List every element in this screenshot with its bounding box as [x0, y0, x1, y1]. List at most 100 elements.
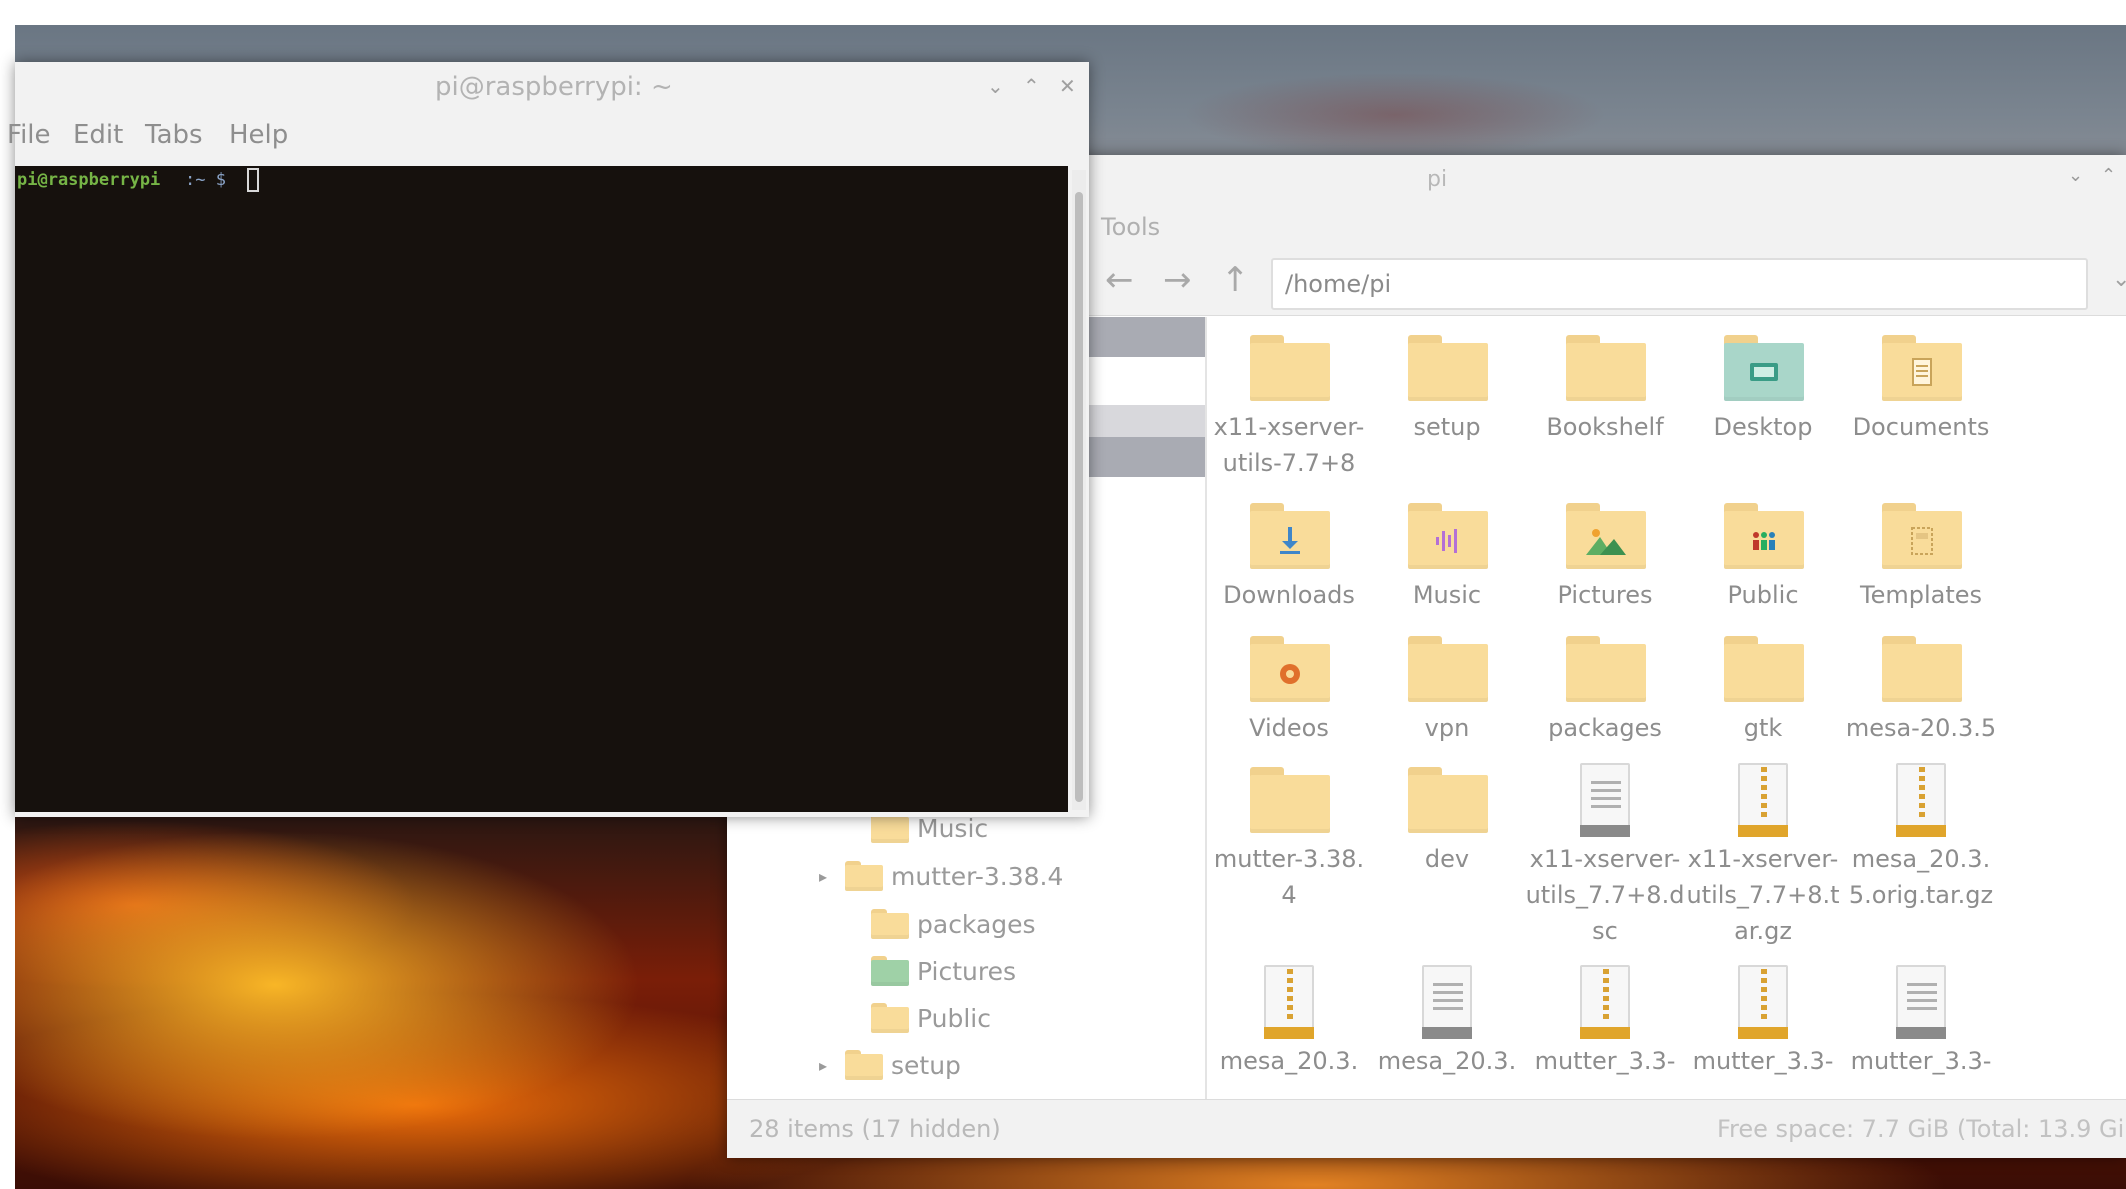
- file-manager-title: pi: [1427, 167, 1448, 192]
- file-item-name: mutter-3.38.4: [1213, 845, 1365, 909]
- terminal-prompt-user: pi@raspberrypi: [17, 170, 161, 190]
- back-arrow-icon[interactable]: ←: [1105, 260, 1134, 300]
- file-item-name: Desktop: [1713, 413, 1813, 441]
- tree-item-packages[interactable]: packages: [845, 904, 1036, 944]
- folder-icon: [1720, 632, 1806, 706]
- file-item-name: vpn: [1424, 714, 1470, 742]
- folder-icon: [1562, 331, 1648, 405]
- up-arrow-icon[interactable]: ↑: [1221, 260, 1250, 300]
- file-item-name: gtk: [1743, 714, 1783, 742]
- maximize-icon[interactable]: ⌃: [1023, 74, 1040, 98]
- file-item-name: Documents: [1852, 413, 1990, 441]
- folder-icon: [1404, 632, 1490, 706]
- tree-item-public[interactable]: Public: [845, 998, 991, 1038]
- file-item[interactable]: x11-xserver-utils_7.7+8.tar.gz: [1683, 763, 1843, 949]
- file-item[interactable]: Downloads: [1209, 499, 1369, 613]
- file-item[interactable]: x11-xserver-utils-7.7+8: [1209, 331, 1369, 481]
- expand-arrow-icon[interactable]: ▸: [819, 867, 845, 886]
- file-item-name: packages: [1548, 714, 1662, 742]
- folder-icon: [1246, 763, 1332, 837]
- terminal-prompt-dir: :~ $: [185, 170, 226, 190]
- file-item-name: Downloads: [1223, 581, 1355, 609]
- menu-tools[interactable]: Tools: [1101, 213, 1160, 241]
- terminal-scrollbar-thumb[interactable]: [1075, 192, 1083, 802]
- music-folder-icon: [1404, 499, 1490, 573]
- file-item[interactable]: mesa_20.3.: [1367, 965, 1527, 1079]
- file-item[interactable]: mesa_20.3.: [1209, 965, 1369, 1079]
- file-item[interactable]: dev: [1367, 763, 1527, 877]
- forward-arrow-icon[interactable]: →: [1163, 260, 1192, 300]
- file-item-name: x11-xserver-utils_7.7+8.dsc: [1525, 845, 1685, 945]
- file-item[interactable]: mutter_3.3-: [1525, 965, 1685, 1079]
- menu-file[interactable]: File: [7, 120, 51, 150]
- tree-item-label: setup: [891, 1050, 961, 1080]
- file-item[interactable]: Templates: [1841, 499, 2001, 613]
- file-item[interactable]: Public: [1683, 499, 1843, 613]
- file-item[interactable]: Pictures: [1525, 499, 1685, 613]
- file-item-name: Videos: [1249, 714, 1329, 742]
- archive-file-icon: [1562, 965, 1648, 1039]
- file-item[interactable]: Bookshelf: [1525, 331, 1685, 445]
- file-item-name: mutter_3.3-: [1534, 1047, 1676, 1075]
- templates-folder-icon: [1878, 499, 1964, 573]
- folder-icon: [1246, 331, 1332, 405]
- file-item-name: mesa_20.3.: [1219, 1047, 1359, 1075]
- file-item[interactable]: mesa-20.3.5: [1841, 632, 2001, 746]
- file-item-name: dev: [1424, 845, 1470, 873]
- text-file-icon: [1404, 965, 1490, 1039]
- public-folder-icon: [871, 1003, 909, 1033]
- file-item-name: mesa_20.3.: [1377, 1047, 1517, 1075]
- terminal-screen[interactable]: [15, 166, 1068, 812]
- tree-item-setup[interactable]: ▸ setup: [819, 1045, 961, 1085]
- menu-edit[interactable]: Edit: [73, 120, 123, 150]
- file-item[interactable]: Music: [1367, 499, 1527, 613]
- file-item[interactable]: mutter-3.38.4: [1209, 763, 1369, 913]
- file-item-name: Music: [1412, 581, 1482, 609]
- menu-tabs[interactable]: Tabs: [145, 120, 203, 150]
- file-icon-view: x11-xserver-utils-7.7+8 setup Bookshelf …: [1209, 317, 2126, 1099]
- archive-file-icon: [1720, 965, 1806, 1039]
- file-item[interactable]: x11-xserver-utils_7.7+8.dsc: [1525, 763, 1685, 949]
- expand-arrow-icon[interactable]: ▸: [819, 1056, 845, 1075]
- folder-icon: [871, 909, 909, 939]
- path-history-chevron-icon[interactable]: ⌄: [2112, 267, 2126, 292]
- menu-help[interactable]: Help: [229, 120, 288, 150]
- tree-item-label: Public: [917, 1003, 991, 1033]
- pictures-folder-icon: [1562, 499, 1648, 573]
- tree-item-pictures[interactable]: Pictures: [845, 951, 1016, 991]
- file-item[interactable]: mesa_20.3.5.orig.tar.gz: [1841, 763, 2001, 913]
- file-item-name: Pictures: [1557, 581, 1653, 609]
- file-item-name: Templates: [1859, 581, 1982, 609]
- pictures-folder-icon: [871, 956, 909, 986]
- close-icon[interactable]: ✕: [1059, 74, 1076, 98]
- file-item[interactable]: vpn: [1367, 632, 1527, 746]
- public-folder-icon: [1720, 499, 1806, 573]
- minimize-icon[interactable]: ⌄: [987, 74, 1004, 98]
- minimize-icon[interactable]: ⌄: [2068, 165, 2083, 186]
- file-item[interactable]: mutter_3.3-: [1683, 965, 1843, 1079]
- tree-item-label: mutter-3.38.4: [891, 861, 1064, 891]
- archive-file-icon: [1878, 763, 1964, 837]
- file-item-name: setup: [1413, 413, 1481, 441]
- tree-item-mutter[interactable]: ▸ mutter-3.38.4: [819, 856, 1063, 896]
- folder-icon: [1562, 632, 1648, 706]
- file-item[interactable]: packages: [1525, 632, 1685, 746]
- file-item[interactable]: Desktop: [1683, 331, 1843, 445]
- documents-folder-icon: [1878, 331, 1964, 405]
- tree-item-label: packages: [917, 909, 1036, 939]
- folder-icon: [845, 1050, 883, 1080]
- maximize-icon[interactable]: ⌃: [2101, 165, 2116, 186]
- path-bar-input[interactable]: /home/pi: [1271, 258, 2088, 310]
- file-item[interactable]: gtk: [1683, 632, 1843, 746]
- file-item[interactable]: mutter_3.3-: [1841, 965, 2001, 1079]
- folder-icon: [1404, 331, 1490, 405]
- file-item[interactable]: setup: [1367, 331, 1527, 445]
- folder-icon: [1404, 763, 1490, 837]
- videos-folder-icon: [1246, 632, 1332, 706]
- text-file-icon: [1878, 965, 1964, 1039]
- tree-item-label: Pictures: [917, 956, 1016, 986]
- folder-icon: [845, 861, 883, 891]
- file-item[interactable]: Documents: [1841, 331, 2001, 445]
- text-file-icon: [1562, 763, 1648, 837]
- file-item[interactable]: Videos: [1209, 632, 1369, 746]
